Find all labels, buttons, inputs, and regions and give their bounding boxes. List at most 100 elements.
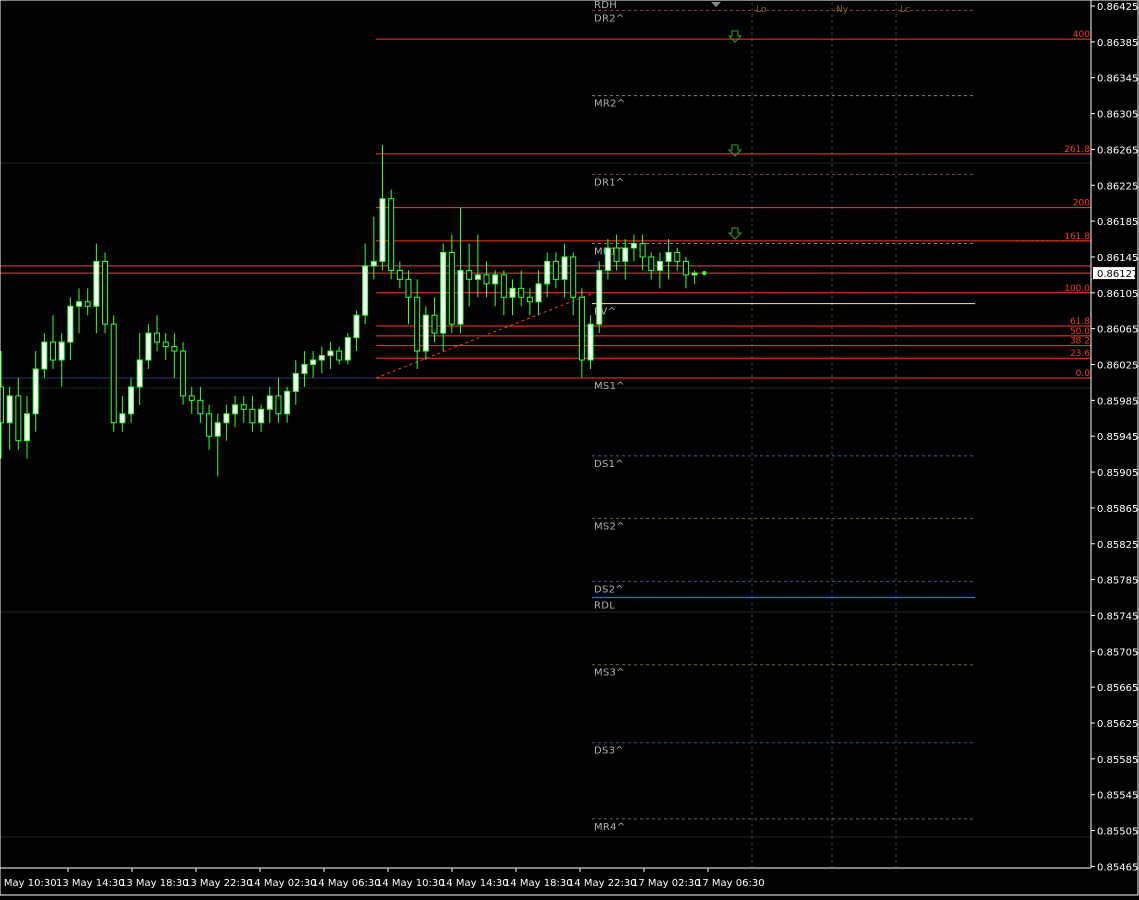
price-tick-label: 0.85785 — [1097, 576, 1138, 587]
price-tick-label: 0.85465 — [1097, 862, 1138, 873]
chart-background — [0, 0, 1139, 896]
candle-body — [171, 346, 178, 352]
level-label-dr2: DR2^ — [594, 13, 625, 24]
candle-body — [93, 260, 100, 307]
candle-body — [266, 395, 273, 410]
candle-body — [180, 350, 187, 397]
candle-body — [232, 404, 239, 415]
level-label-ds2: DS2^ — [594, 584, 624, 595]
candle-body — [596, 269, 603, 325]
candle-body — [41, 341, 48, 370]
candle-body — [431, 314, 438, 334]
candle-body — [0, 386, 4, 424]
candle-body — [674, 251, 681, 262]
level-label-ds1: DS1^ — [594, 459, 624, 470]
candle-body — [474, 274, 481, 280]
price-tick-label: 0.85625 — [1097, 719, 1138, 730]
price-tick-label: 0.86065 — [1097, 325, 1138, 336]
candle-body — [310, 359, 317, 365]
candle-body — [162, 341, 169, 348]
price-tick-label: 0.85545 — [1097, 791, 1138, 802]
time-tick-label: 13 May 18:30 — [120, 878, 189, 889]
price-tick-label: 0.85745 — [1097, 611, 1138, 622]
candle-body — [240, 404, 247, 410]
candle-body — [422, 314, 429, 352]
time-tick-label: 14 May 02:30 — [248, 878, 317, 889]
price-tick-label: 0.86385 — [1097, 38, 1138, 49]
candle-body — [440, 251, 447, 334]
candle-body — [58, 341, 65, 361]
current-price-label: 0.86127 — [1097, 269, 1138, 280]
fib-label-23.6: 23.6 — [1070, 349, 1090, 359]
chart-window[interactable]: LoNyLc RDHDR2^MR2^DR1^MR1^PV^MS1^DS1^MS2… — [0, 0, 1139, 896]
candle-body — [24, 413, 31, 442]
fib-label-261.8: 261.8 — [1064, 145, 1090, 155]
candle-body — [301, 364, 308, 374]
candle-body — [76, 301, 83, 307]
time-tick-label: 13 May 22:30 — [184, 878, 253, 889]
candle-body — [50, 341, 57, 361]
candle-body — [102, 260, 109, 325]
candle-body — [145, 332, 152, 361]
candle-body — [119, 413, 126, 424]
candle-body — [691, 272, 698, 276]
candle-body — [656, 260, 663, 271]
price-tick-label: 0.85945 — [1097, 432, 1138, 443]
candle-body — [154, 332, 161, 343]
time-tick-label: 14 May 22:30 — [568, 878, 637, 889]
candle-body — [639, 243, 646, 258]
candle-body — [136, 359, 143, 388]
candle-body — [110, 323, 117, 424]
fib-label-50.0: 50.0 — [1070, 327, 1090, 337]
price-tick-label: 0.85705 — [1097, 647, 1138, 658]
candle-body — [414, 296, 421, 352]
price-tick-label: 0.85865 — [1097, 504, 1138, 515]
fib-label-0.0: 0.0 — [1076, 369, 1091, 379]
candle-body — [67, 305, 74, 343]
fib-label-61.8: 61.8 — [1070, 317, 1090, 327]
candle-body — [682, 260, 689, 276]
level-label-mr2: MR2^ — [594, 99, 626, 110]
level-label-rdl: RDL — [594, 601, 615, 612]
candle-body — [578, 296, 585, 361]
candle-body — [466, 269, 473, 280]
candle-body — [284, 390, 291, 415]
price-tick-label: 0.85905 — [1097, 468, 1138, 479]
candle-body — [500, 274, 507, 298]
candle-body — [32, 368, 39, 415]
candle-body — [318, 355, 325, 361]
candle-body — [206, 413, 213, 437]
fib-label-38.2: 38.2 — [1070, 337, 1090, 347]
level-label-ms2: MS2^ — [594, 522, 625, 533]
price-tick-label: 0.85665 — [1097, 683, 1138, 694]
price-tick-label: 0.86105 — [1097, 289, 1138, 300]
candle-body — [665, 251, 672, 262]
time-tick-label: 13 May 14:30 — [56, 878, 125, 889]
time-tick-label: 14 May 06:30 — [312, 878, 381, 889]
candle-body — [223, 413, 230, 424]
fib-label-400: 400 — [1073, 30, 1090, 40]
candle-body — [292, 372, 299, 392]
level-label-ds3: DS3^ — [594, 746, 624, 757]
candle-body — [535, 283, 542, 303]
level-label-rdh: RDH — [594, 0, 617, 11]
candle-body — [258, 408, 265, 424]
candle-body — [84, 301, 91, 307]
level-label-mr4: MR4^ — [594, 822, 626, 833]
price-tick-label: 0.86265 — [1097, 145, 1138, 156]
price-tick-label: 0.86145 — [1097, 253, 1138, 264]
price-tick-label: 0.85585 — [1097, 755, 1138, 766]
candle-body — [492, 274, 499, 285]
candle-body — [197, 399, 204, 415]
candle-body — [396, 269, 403, 280]
candle-body — [448, 251, 455, 325]
candle-body — [353, 314, 360, 339]
candle-body — [128, 386, 135, 415]
time-tick-label: 14 May 18:30 — [504, 878, 573, 889]
time-tick-label: 17 May 02:30 — [632, 878, 701, 889]
price-tick-label: 0.86225 — [1097, 181, 1138, 192]
price-chart[interactable]: LoNyLc RDHDR2^MR2^DR1^MR1^PV^MS1^DS1^MS2… — [0, 0, 1139, 896]
price-tick-label: 0.86425 — [1097, 2, 1138, 13]
candle-body — [570, 256, 577, 298]
candle-body — [379, 198, 386, 262]
